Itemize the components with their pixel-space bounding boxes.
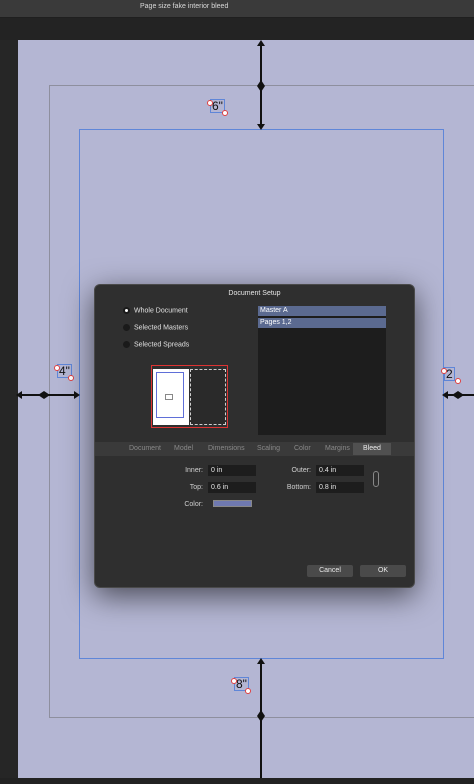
outer-bleed-field[interactable]: 0.4 in [316, 465, 364, 476]
inner-label: Inner: [185, 467, 203, 474]
radio-selected-masters[interactable]: Selected Masters [123, 324, 188, 331]
bottom-label: Bottom: [286, 484, 311, 491]
radio-selected-icon [123, 307, 130, 314]
preview-page [153, 369, 189, 425]
radio-unselected-icon [123, 341, 130, 348]
dimension-handle[interactable] [441, 368, 447, 374]
top-label: Top: [189, 484, 203, 491]
radio-whole-document[interactable]: Whole Document [123, 307, 188, 314]
dimension-handle[interactable] [455, 378, 461, 384]
bleed-preview [151, 365, 228, 428]
list-item[interactable]: Master A [258, 306, 386, 316]
ok-button[interactable]: OK [360, 565, 406, 577]
tab-margins[interactable]: Margins [325, 445, 350, 452]
tab-scaling[interactable]: Scaling [257, 445, 280, 452]
link-chain-icon[interactable] [373, 471, 379, 487]
cancel-button[interactable]: Cancel [307, 565, 353, 577]
tab-dimensions[interactable]: Dimensions [208, 445, 245, 452]
radio-selected-spreads[interactable]: Selected Spreads [123, 341, 189, 348]
color-label: Color: [184, 501, 203, 508]
dimension-handle[interactable] [245, 688, 251, 694]
pages-list[interactable]: Master A Pages 1,2 [258, 306, 386, 435]
list-item[interactable]: Pages 1,2 [258, 318, 386, 328]
dimension-handle[interactable] [231, 678, 237, 684]
dimension-handle[interactable] [68, 375, 74, 381]
radio-unselected-icon [123, 324, 130, 331]
tab-model[interactable]: Model [174, 445, 193, 452]
preview-facing-page [190, 369, 226, 425]
document-setup-dialog: Document Setup Whole Document Selected M… [94, 284, 415, 588]
inner-bleed-field[interactable]: 0 in [208, 465, 256, 476]
tab-color[interactable]: Color [294, 445, 311, 452]
dialog-title: Document Setup [228, 290, 281, 297]
bottom-strip [0, 778, 474, 784]
bleed-color-swatch[interactable] [213, 500, 252, 507]
top-bleed-field[interactable]: 0.6 in [208, 482, 256, 493]
tab-bleed[interactable]: Bleed [353, 443, 391, 455]
tab-bar: Document Model Dimensions Scaling Color … [95, 442, 414, 456]
outer-label: Outer: [291, 467, 311, 474]
dimension-handle[interactable] [222, 110, 228, 116]
bottom-bleed-field[interactable]: 0.8 in [316, 482, 364, 493]
dimension-handle[interactable] [54, 365, 60, 371]
image-placeholder-icon [165, 394, 173, 400]
tab-document[interactable]: Document [129, 445, 161, 452]
dimension-handle[interactable] [207, 100, 213, 106]
